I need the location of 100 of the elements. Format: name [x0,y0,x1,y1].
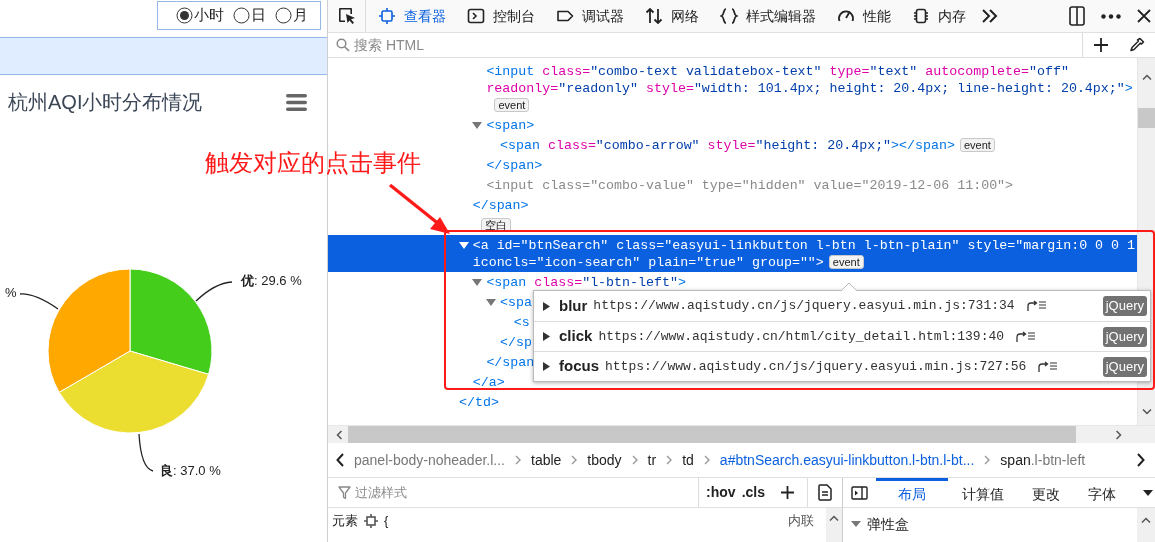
markup-line[interactable]: <span class="combo-arrow" style="height: 20.4px;"></span> [500,136,955,154]
breadcrumb[interactable]: table [531,449,562,471]
expand-triangle-icon[interactable] [543,332,551,341]
jump-to-source-icon[interactable] [1016,330,1037,343]
rule-source: 内联 [788,512,814,531]
markup-line[interactable]: </a> [472,373,505,391]
dock-icon[interactable] [1069,6,1085,26]
markup-line[interactable]: readonly="readonly" style="width: 101.4px; height: 20.4px; line-height: 20.4px;"> [486,79,1133,97]
expand-triangle-icon[interactable] [543,362,551,371]
separator-chevron-icon [703,455,710,465]
tabs-dropdown-icon[interactable] [1143,489,1153,496]
search-icon [336,38,350,52]
event-name[interactable]: blur [559,294,588,318]
jump-to-source-icon[interactable] [1038,360,1059,373]
scroll-up-icon [1141,517,1151,523]
chip-icon [912,7,930,25]
markup-line[interactable]: iconcls="icon-search" plain="true" group=""> [472,253,824,271]
event-source-link[interactable]: https://www.aqistudy.cn/html/city_detail.html:139:40 [598,326,1005,347]
markup-line[interactable]: <span class="l-btn-left"> [486,273,686,291]
event-badge[interactable]: event [959,138,995,152]
annotation-text: 触发对应的点击事件 [205,148,421,178]
event-name[interactable]: focus [559,355,599,378]
markup-line[interactable]: </sp [500,333,532,351]
devtools-tab[interactable]: 网络 [633,0,708,32]
markup-line[interactable]: <a id="btnSearch" class="easyui-linkbutton l-btn l-btn-plain" style="margin:0 0 0 1 [472,236,1136,254]
period-radio[interactable]: 小时 [176,4,224,27]
eyedropper-icon[interactable] [1129,37,1145,53]
markup-line[interactable]: <spa [500,293,532,311]
pseudo-class-toggle[interactable]: :hov [703,482,739,503]
breadcrumb[interactable]: td [682,449,694,471]
element-picker-icon[interactable] [337,7,356,25]
annotation-arrow [388,183,452,235]
scroll-right-icon[interactable] [1137,453,1145,467]
section-header[interactable]: 弹性盒 [851,514,909,535]
event-source-link[interactable]: https://www.aqistudy.cn/js/jquery.easyui.min.js:731:34 [593,296,1015,316]
markup-line[interactable]: </span [486,353,535,371]
scroll-left-icon[interactable] [336,453,344,467]
breadcrumb[interactable]: tbody [587,449,622,471]
markup-line[interactable]: <s [513,313,530,331]
event-badge[interactable]: event [494,98,530,112]
devtools-tab[interactable]: 性能 [825,0,900,32]
add-icon[interactable] [1093,37,1109,53]
sidebar-toggle-icon[interactable] [851,485,868,500]
selected-node-highlight[interactable]: <a id="btnSearch" class="easyui-linkbutton l-btn l-btn-plain" style="margin:0 0 0 1 iconcls="icon-search" plain="true" group=""> event [328,235,1137,272]
vertical-scrollbar[interactable] [1137,508,1155,542]
markup-line[interactable]: <span> [486,116,535,134]
sidebar-tab[interactable]: 计算值 [948,478,1018,507]
scrollbar-thumb[interactable] [348,425,1076,444]
twisty-icon[interactable] [472,278,483,287]
twisty-icon[interactable] [486,298,497,307]
devtools-tab[interactable]: 控制台 [455,0,544,32]
markup-line[interactable]: <input class="combo-value" type="hidden" value="2019-12-06 11:00"> [486,176,1014,194]
twisty-icon[interactable] [458,241,469,250]
scroll-up-icon [829,515,839,521]
breadcrumb[interactable]: panel-body-noheader.l... [354,449,505,471]
markup-line[interactable]: </td> [459,393,499,411]
sidebar-tab[interactable]: 布局 [876,478,948,507]
sidebar-tab[interactable]: 字体 [1074,478,1130,507]
devtools-tab[interactable]: 调试器 [544,0,633,32]
add-rule-icon[interactable] [780,485,795,500]
markup-line[interactable]: <input class="combo-text validatebox-text" type="text" autocomplete="off" [486,62,1069,80]
filter-icon [338,485,351,500]
twisty-icon[interactable] [472,121,483,130]
separator-chevron-icon [984,455,991,465]
event-name[interactable]: click [559,325,593,348]
devtools-tab[interactable]: 查看器 [366,0,455,32]
pseudo-class-toggle[interactable]: .cls [738,482,768,503]
close-icon[interactable] [1137,9,1151,23]
breadcrumb[interactable]: tr [647,449,657,471]
markup-line[interactable]: </span> [472,196,529,214]
framework-badge: jQuery [1102,296,1147,316]
menu-icon[interactable] [286,93,307,111]
data-label: 优: 29.6 % [241,273,302,289]
breadcrumb[interactable]: span.l-btn-left [1000,449,1086,471]
node-highlight-icon[interactable] [364,514,378,528]
event-badge[interactable]: event [828,255,864,269]
period-radio[interactable]: 日 [233,4,266,27]
breadcrumb[interactable]: a#btnSearch.easyui-linkbutton.l-btn.l-bt... [719,449,975,471]
devtools-tab[interactable]: 样式编辑器 [708,0,825,32]
period-radio[interactable]: 月 [275,4,308,27]
leader-line [195,281,233,302]
disclosure-triangle-icon [851,521,861,528]
scroll-up-icon [1141,74,1152,80]
filter-field[interactable]: 过滤样式 [355,482,699,503]
search-field[interactable]: 搜索 HTML [354,33,1082,57]
expand-triangle-icon[interactable] [543,301,551,311]
sidebar-tab[interactable]: 更改 [1018,478,1074,507]
vertical-scrollbar[interactable] [826,508,842,542]
horizontal-scrollbar[interactable] [328,425,1155,443]
markup-line[interactable]: </span> [486,156,543,174]
scroll-left-icon [336,429,342,440]
scrollbar-thumb[interactable] [1137,108,1155,128]
document-icon[interactable] [818,484,832,501]
jump-to-source-icon[interactable] [1026,300,1047,312]
event-source-link[interactable]: https://www.aqistudy.cn/js/jquery.easyui.min.js:727:56 [605,356,1027,377]
chevrons-icon[interactable] [981,8,999,24]
devtools-tab[interactable]: 内存 [900,0,975,32]
more-icon[interactable] [1101,13,1121,19]
framework-badge: jQuery [1102,326,1147,347]
separator-chevron-icon [515,455,521,465]
